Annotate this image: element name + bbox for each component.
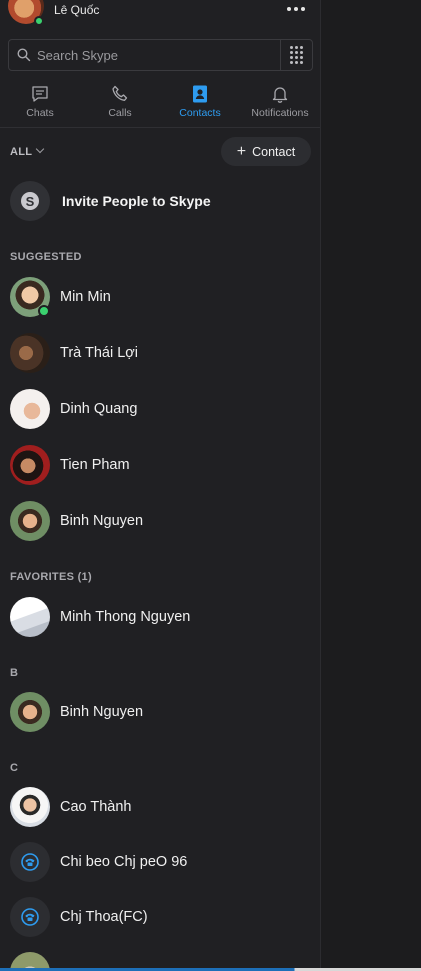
invite-label: Invite People to Skype xyxy=(62,193,211,209)
plus-icon: + xyxy=(236,142,247,160)
contacts-filter-dropdown[interactable]: ALL xyxy=(10,144,45,158)
contact-name: Cao Thành xyxy=(60,799,132,815)
avatar xyxy=(10,692,50,732)
contact-list-item[interactable]: Cao Thành xyxy=(10,787,310,827)
filter-label: ALL xyxy=(10,146,33,158)
phone-contact-icon xyxy=(10,842,50,882)
chevron-down-icon xyxy=(36,144,45,154)
tab-calls[interactable]: Calls xyxy=(80,78,160,128)
tab-contacts[interactable]: Contacts xyxy=(160,78,240,128)
more-options-button[interactable] xyxy=(284,2,308,16)
search-box[interactable] xyxy=(8,39,313,71)
contact-name: Minh Thong Nguyen xyxy=(60,609,191,625)
svg-text:S: S xyxy=(26,194,35,209)
online-status-icon xyxy=(38,305,50,317)
contact-list-item[interactable]: Chj Thoa(FC) xyxy=(10,897,310,937)
avatar xyxy=(10,445,50,485)
avatar xyxy=(10,333,50,373)
contact-list-item[interactable]: Binh Nguyen xyxy=(10,501,310,541)
chat-icon xyxy=(32,86,48,102)
avatar xyxy=(10,597,50,637)
contact-list-item[interactable]: Binh Nguyen xyxy=(10,692,310,732)
search-icon xyxy=(17,48,31,62)
contact-list-item[interactable]: Min Min xyxy=(10,277,310,317)
tab-notifications[interactable]: Notifications xyxy=(240,78,320,128)
phone-icon xyxy=(112,85,128,101)
phone-contact-icon xyxy=(10,897,50,937)
contact-list-item[interactable]: Minh Thong Nguyen xyxy=(10,597,310,637)
conversation-pane xyxy=(322,0,421,971)
contacts-icon xyxy=(193,85,207,103)
dialpad-icon[interactable] xyxy=(280,40,312,70)
contact-name: Chi beo Chj peO 96 xyxy=(60,854,188,870)
skype-logo-icon: S xyxy=(10,181,50,221)
contact-list-item[interactable]: Dinh Quang xyxy=(10,389,310,429)
contact-name: Min Min xyxy=(60,289,111,305)
contact-list-item[interactable]: Trà Thái Lợi xyxy=(10,333,310,373)
tab-chats[interactable]: Chats xyxy=(0,78,80,128)
add-contact-label: Contact xyxy=(252,144,296,159)
section-header-favorites: FAVORITES (1) xyxy=(10,571,92,583)
add-contact-button[interactable]: + Contact xyxy=(221,137,311,166)
tab-label: Chats xyxy=(26,107,54,119)
online-status-icon xyxy=(34,16,44,26)
contacts-sidebar: Lê Quốc Chats Calls xyxy=(0,0,321,971)
avatar xyxy=(10,501,50,541)
profile-header[interactable]: Lê Quốc xyxy=(0,0,320,30)
contact-name: Tien Pham xyxy=(60,457,130,473)
tab-label: Calls xyxy=(108,107,132,119)
tab-label: Contacts xyxy=(179,107,221,119)
contact-name: Trà Thái Lợi xyxy=(60,345,139,361)
contact-list-item[interactable]: Tien Pham xyxy=(10,445,310,485)
bell-icon xyxy=(272,87,288,103)
contact-list-item[interactable]: Chi beo Chj peO 96 xyxy=(10,842,310,882)
search-input[interactable] xyxy=(37,40,281,70)
tab-label: Notifications xyxy=(251,107,309,119)
section-header-suggested: SUGGESTED xyxy=(10,251,82,263)
profile-name[interactable]: Lê Quốc xyxy=(54,3,99,17)
avatar xyxy=(10,787,50,827)
section-header-b: B xyxy=(10,667,19,679)
contact-name: Binh Nguyen xyxy=(60,513,144,529)
contact-name: Binh Nguyen xyxy=(60,704,144,720)
main-tabs: Chats Calls Contacts Notifications xyxy=(0,78,320,128)
contact-name: Chj Thoa(FC) xyxy=(60,909,148,925)
invite-people-button[interactable]: S Invite People to Skype xyxy=(10,181,310,221)
contact-name: Dinh Quang xyxy=(60,401,138,417)
section-header-c: C xyxy=(10,762,19,774)
avatar xyxy=(10,389,50,429)
